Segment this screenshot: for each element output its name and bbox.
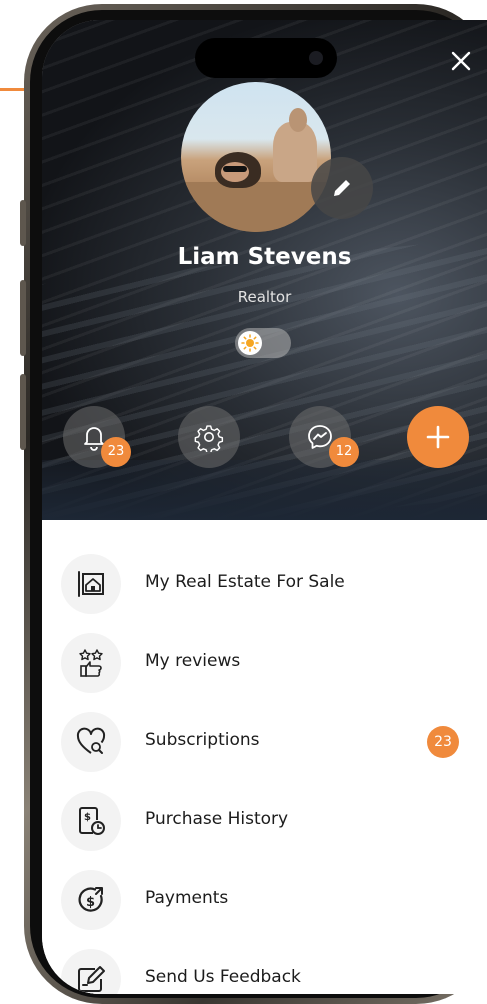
edit-note-icon (78, 966, 105, 992)
menu-item-feedback[interactable]: Send Us Feedback (42, 943, 487, 994)
svg-text:$: $ (84, 812, 91, 823)
menu-item-label: My Real Estate For Sale (145, 572, 345, 592)
close-icon (451, 51, 471, 71)
menu-item-label: Send Us Feedback (145, 967, 301, 987)
add-button[interactable] (407, 406, 469, 468)
avatar (181, 82, 331, 232)
menu-item-label: Payments (145, 888, 229, 908)
notifications-badge: 23 (101, 437, 131, 467)
menu-item-reviews[interactable]: My reviews (42, 627, 487, 699)
side-button-volume-up (20, 280, 26, 356)
heart-search-icon (76, 727, 106, 754)
menu-item-payments[interactable]: $ Payments (42, 864, 487, 936)
close-button[interactable] (446, 46, 476, 76)
profile-role: Realtor (237, 288, 292, 306)
menu-item-label: Purchase History (145, 809, 289, 829)
dollar-cycle-icon: $ (78, 887, 103, 912)
app-screen: Liam Stevens Realtor 23 12 My Real Estat… (42, 20, 487, 994)
theme-toggle[interactable] (235, 328, 291, 358)
sun-icon (241, 334, 259, 352)
menu-item-real-estate[interactable]: My Real Estate For Sale (42, 548, 487, 620)
pencil-icon (334, 180, 350, 196)
gear-icon (194, 425, 224, 452)
messages-badge: 12 (329, 437, 359, 467)
receipt-clock-icon: $ (79, 807, 105, 835)
side-button-volume-down (20, 374, 26, 450)
menu-item-purchase-history[interactable]: $ Purchase History (42, 785, 487, 857)
settings-button[interactable] (178, 406, 240, 468)
dynamic-island (195, 38, 337, 78)
svg-text:$: $ (86, 895, 95, 910)
menu-item-subscriptions[interactable]: Subscriptions 23 (42, 706, 487, 778)
side-button-action (20, 200, 26, 246)
menu-item-label: My reviews (145, 651, 241, 671)
menu-item-label: Subscriptions (145, 730, 260, 750)
profile-name: Liam Stevens (177, 244, 352, 270)
plus-icon (426, 425, 450, 449)
edit-avatar-button[interactable] (311, 157, 373, 219)
profile-menu: My Real Estate For Sale My reviews Subsc… (42, 520, 487, 994)
subscriptions-badge: 23 (427, 726, 459, 758)
house-frame-icon (78, 571, 104, 597)
stars-thumbs-up-icon (79, 649, 103, 677)
